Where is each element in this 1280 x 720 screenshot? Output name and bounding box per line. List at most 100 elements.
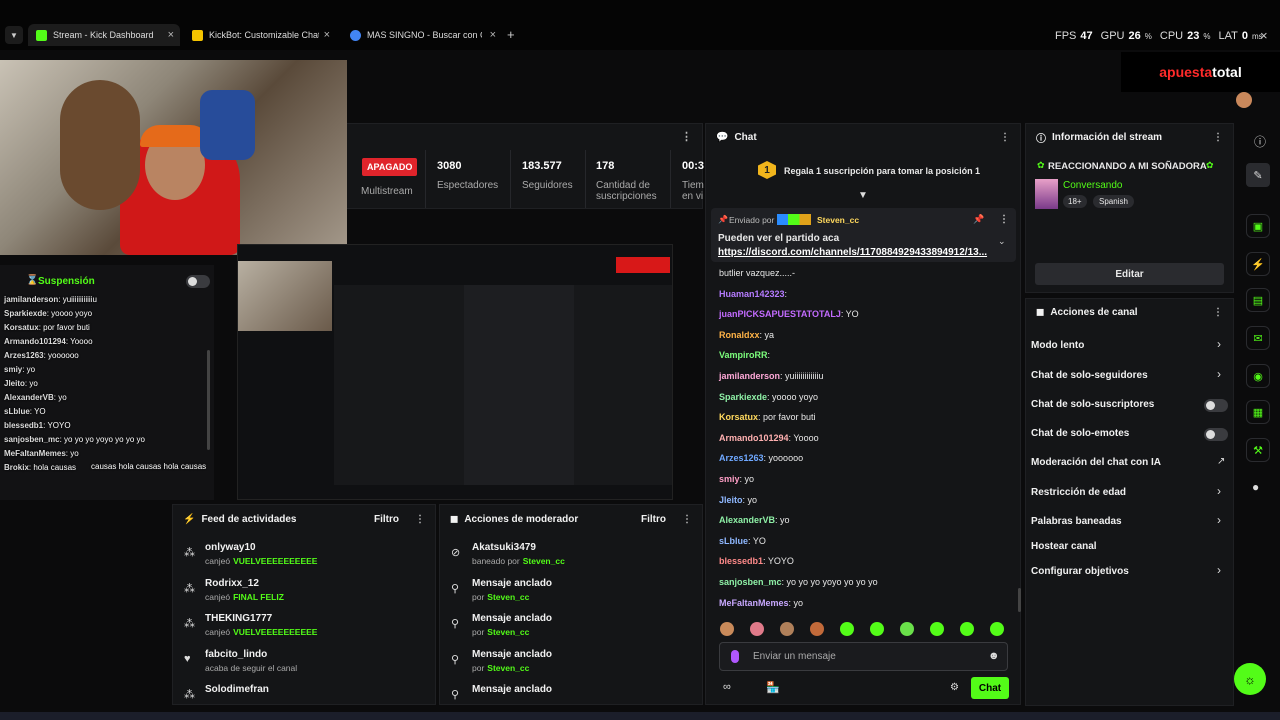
- pinned-link[interactable]: https://discord.com/channels/11708849294…: [718, 247, 987, 258]
- store-rail-icon[interactable]: ▦: [1246, 400, 1270, 424]
- close-tab-icon[interactable]: ×: [490, 29, 496, 41]
- feed-item[interactable]: Rodrixx_12 canjeó FINAL FELIZ: [205, 578, 284, 602]
- collapse-pinned-icon[interactable]: ▼: [858, 190, 868, 201]
- expand-pinned-icon[interactable]: ⌄: [998, 236, 1006, 247]
- feed-item[interactable]: Mensaje anclado por Steven_cc: [472, 578, 552, 602]
- tab-kick-dashboard[interactable]: Stream - Kick Dashboard ×: [28, 24, 180, 46]
- chat-username[interactable]: VampiroRR: [719, 350, 768, 360]
- chat-rail-icon[interactable]: ✉: [1246, 326, 1270, 350]
- chat-username[interactable]: sLblue: [719, 536, 748, 546]
- pinned-user[interactable]: Steven_cc: [817, 215, 859, 225]
- send-chat-button[interactable]: Chat: [971, 677, 1009, 699]
- support-chat-button[interactable]: ☼: [1234, 663, 1266, 695]
- feed-item[interactable]: Solodimefran: [205, 684, 269, 708]
- activity-kebab-icon[interactable]: ⋮: [415, 514, 425, 525]
- chevron-right-icon[interactable]: ›: [1217, 563, 1221, 577]
- emoji-picker-icon[interactable]: ☻: [988, 650, 1000, 662]
- chat-settings-icon[interactable]: ⚙: [950, 682, 959, 693]
- emote-icon[interactable]: [750, 622, 764, 636]
- channel-action-item[interactable]: Chat de solo-seguidores: [1031, 370, 1148, 381]
- tab-google-search[interactable]: MAS SINGNO - Buscar con Google ×: [342, 24, 502, 46]
- feed-item[interactable]: Mensaje anclado: [472, 684, 552, 708]
- chat-username[interactable]: Ronaldxx: [719, 330, 760, 340]
- chevron-right-icon[interactable]: ›: [1217, 367, 1221, 381]
- stream-category[interactable]: Conversando: [1063, 180, 1122, 191]
- chat-username[interactable]: Korsatux: [719, 412, 758, 422]
- edit-stream-button[interactable]: Editar: [1035, 263, 1224, 285]
- feed-item[interactable]: onlyway10 canjeó VUELVEEEEEEEEEE: [205, 542, 317, 566]
- edit-rail-icon[interactable]: ✎: [1246, 163, 1270, 187]
- chat-username[interactable]: Arzes1263: [719, 453, 764, 463]
- camera-rail-icon[interactable]: ▣: [1246, 214, 1270, 238]
- chat-username[interactable]: blessedb1: [719, 556, 763, 566]
- mod-kebab-icon[interactable]: ⋮: [682, 514, 692, 525]
- document-rail-icon[interactable]: ▤: [1246, 288, 1270, 312]
- chevron-right-icon[interactable]: ›: [1217, 484, 1221, 498]
- feed-item[interactable]: Mensaje anclado por Steven_cc: [472, 613, 552, 637]
- channel-action-item[interactable]: Restricción de edad: [1031, 487, 1126, 498]
- channel-action-item[interactable]: Hostear canal: [1031, 541, 1097, 552]
- stats-kebab-icon[interactable]: ⋮: [681, 130, 692, 143]
- chat-input-box[interactable]: Enviar un mensaje ☻: [719, 642, 1008, 671]
- tab-kickbot[interactable]: KickBot: Customizable Chat Bot ×: [184, 24, 336, 46]
- chat-username[interactable]: Sparkiexde: [719, 392, 767, 402]
- activity-filter-button[interactable]: Filtro: [374, 514, 399, 525]
- channel-action-item[interactable]: Modo lento: [1031, 340, 1084, 351]
- emote-icon[interactable]: [870, 622, 884, 636]
- chat-username[interactable]: MeFaltanMemes: [719, 598, 789, 608]
- chat-username[interactable]: sanjosben_mc: [719, 577, 782, 587]
- window-close-icon[interactable]: ×: [1260, 28, 1268, 43]
- broadcast-rail-icon[interactable]: ◉: [1246, 364, 1270, 388]
- stream-info-kebab-icon[interactable]: ⋮: [1213, 132, 1223, 143]
- mod-filter-button[interactable]: Filtro: [641, 514, 666, 525]
- tab-list-dropdown[interactable]: ▼: [5, 26, 23, 44]
- chat-username[interactable]: Jleito: [719, 495, 743, 505]
- store-icon[interactable]: 🏪: [766, 681, 780, 694]
- emote-icon[interactable]: [900, 622, 914, 636]
- channel-action-item[interactable]: Configurar objetivos: [1031, 566, 1129, 577]
- channel-action-item[interactable]: Chat de solo-emotes: [1031, 428, 1129, 439]
- lightning-rail-icon[interactable]: ⚡: [1246, 252, 1270, 276]
- info-rail-icon[interactable]: ⓘ: [1254, 133, 1266, 150]
- channel-action-item[interactable]: Chat de solo-suscriptores: [1031, 399, 1154, 410]
- tools-rail-icon[interactable]: ⚒: [1246, 438, 1270, 462]
- overlay-scrollbar[interactable]: [207, 350, 210, 450]
- chevron-right-icon[interactable]: ›: [1217, 337, 1221, 351]
- close-tab-icon[interactable]: ×: [168, 29, 174, 41]
- pinned-message[interactable]: 📌 Enviado por Steven_cc 📌 ⋮ Pueden ver e…: [711, 208, 1016, 262]
- new-tab-button[interactable]: +: [507, 27, 515, 42]
- emote-icon[interactable]: [960, 622, 974, 636]
- channel-action-item[interactable]: Palabras baneadas: [1031, 516, 1122, 527]
- channel-action-toggle[interactable]: [1204, 428, 1228, 441]
- chat-username[interactable]: jamilanderson: [719, 371, 780, 381]
- external-link-icon[interactable]: ↗: [1217, 456, 1225, 467]
- chat-username[interactable]: AlexanderVB: [719, 515, 775, 525]
- emote-icon[interactable]: [810, 622, 824, 636]
- chat-scrollbar[interactable]: [1018, 588, 1021, 612]
- points-icon[interactable]: ∞: [723, 681, 731, 693]
- pinned-kebab-icon[interactable]: ⋮: [999, 214, 1009, 225]
- chat-kebab-icon[interactable]: ⋮: [1000, 132, 1010, 143]
- channel-actions-kebab-icon[interactable]: ⋮: [1213, 307, 1223, 318]
- emote-icon[interactable]: [990, 622, 1004, 636]
- chat-username[interactable]: juanPICKSAPUESTATOTALJ: [719, 309, 841, 319]
- emote-icon[interactable]: [780, 622, 794, 636]
- chevron-right-icon[interactable]: ›: [1217, 513, 1221, 527]
- unpin-icon[interactable]: 📌: [973, 214, 984, 225]
- chat-username[interactable]: smiy: [719, 474, 740, 484]
- feed-item[interactable]: fabcito_lindo acaba de seguir el canal: [205, 649, 300, 673]
- feed-item[interactable]: THEKING1777 canjeó VUELVEEEEEEEEEE: [205, 613, 317, 637]
- suspension-toggle[interactable]: [186, 275, 210, 288]
- channel-action-toggle[interactable]: [1204, 399, 1228, 412]
- chat-username[interactable]: Armando101294: [719, 433, 789, 443]
- user-avatar[interactable]: [1236, 92, 1252, 108]
- feed-item[interactable]: Mensaje anclado por Steven_cc: [472, 649, 552, 673]
- emote-icon[interactable]: [840, 622, 854, 636]
- feed-item[interactable]: Akatsuki3479 baneado por Steven_cc: [472, 542, 565, 566]
- mic-icon[interactable]: [731, 650, 739, 663]
- emote-icon[interactable]: [930, 622, 944, 636]
- channel-action-item[interactable]: Moderación del chat con IA: [1031, 457, 1161, 468]
- emote-icon[interactable]: [720, 622, 734, 636]
- close-tab-icon[interactable]: ×: [324, 29, 330, 41]
- points-rail-icon[interactable]: ●: [1252, 480, 1259, 494]
